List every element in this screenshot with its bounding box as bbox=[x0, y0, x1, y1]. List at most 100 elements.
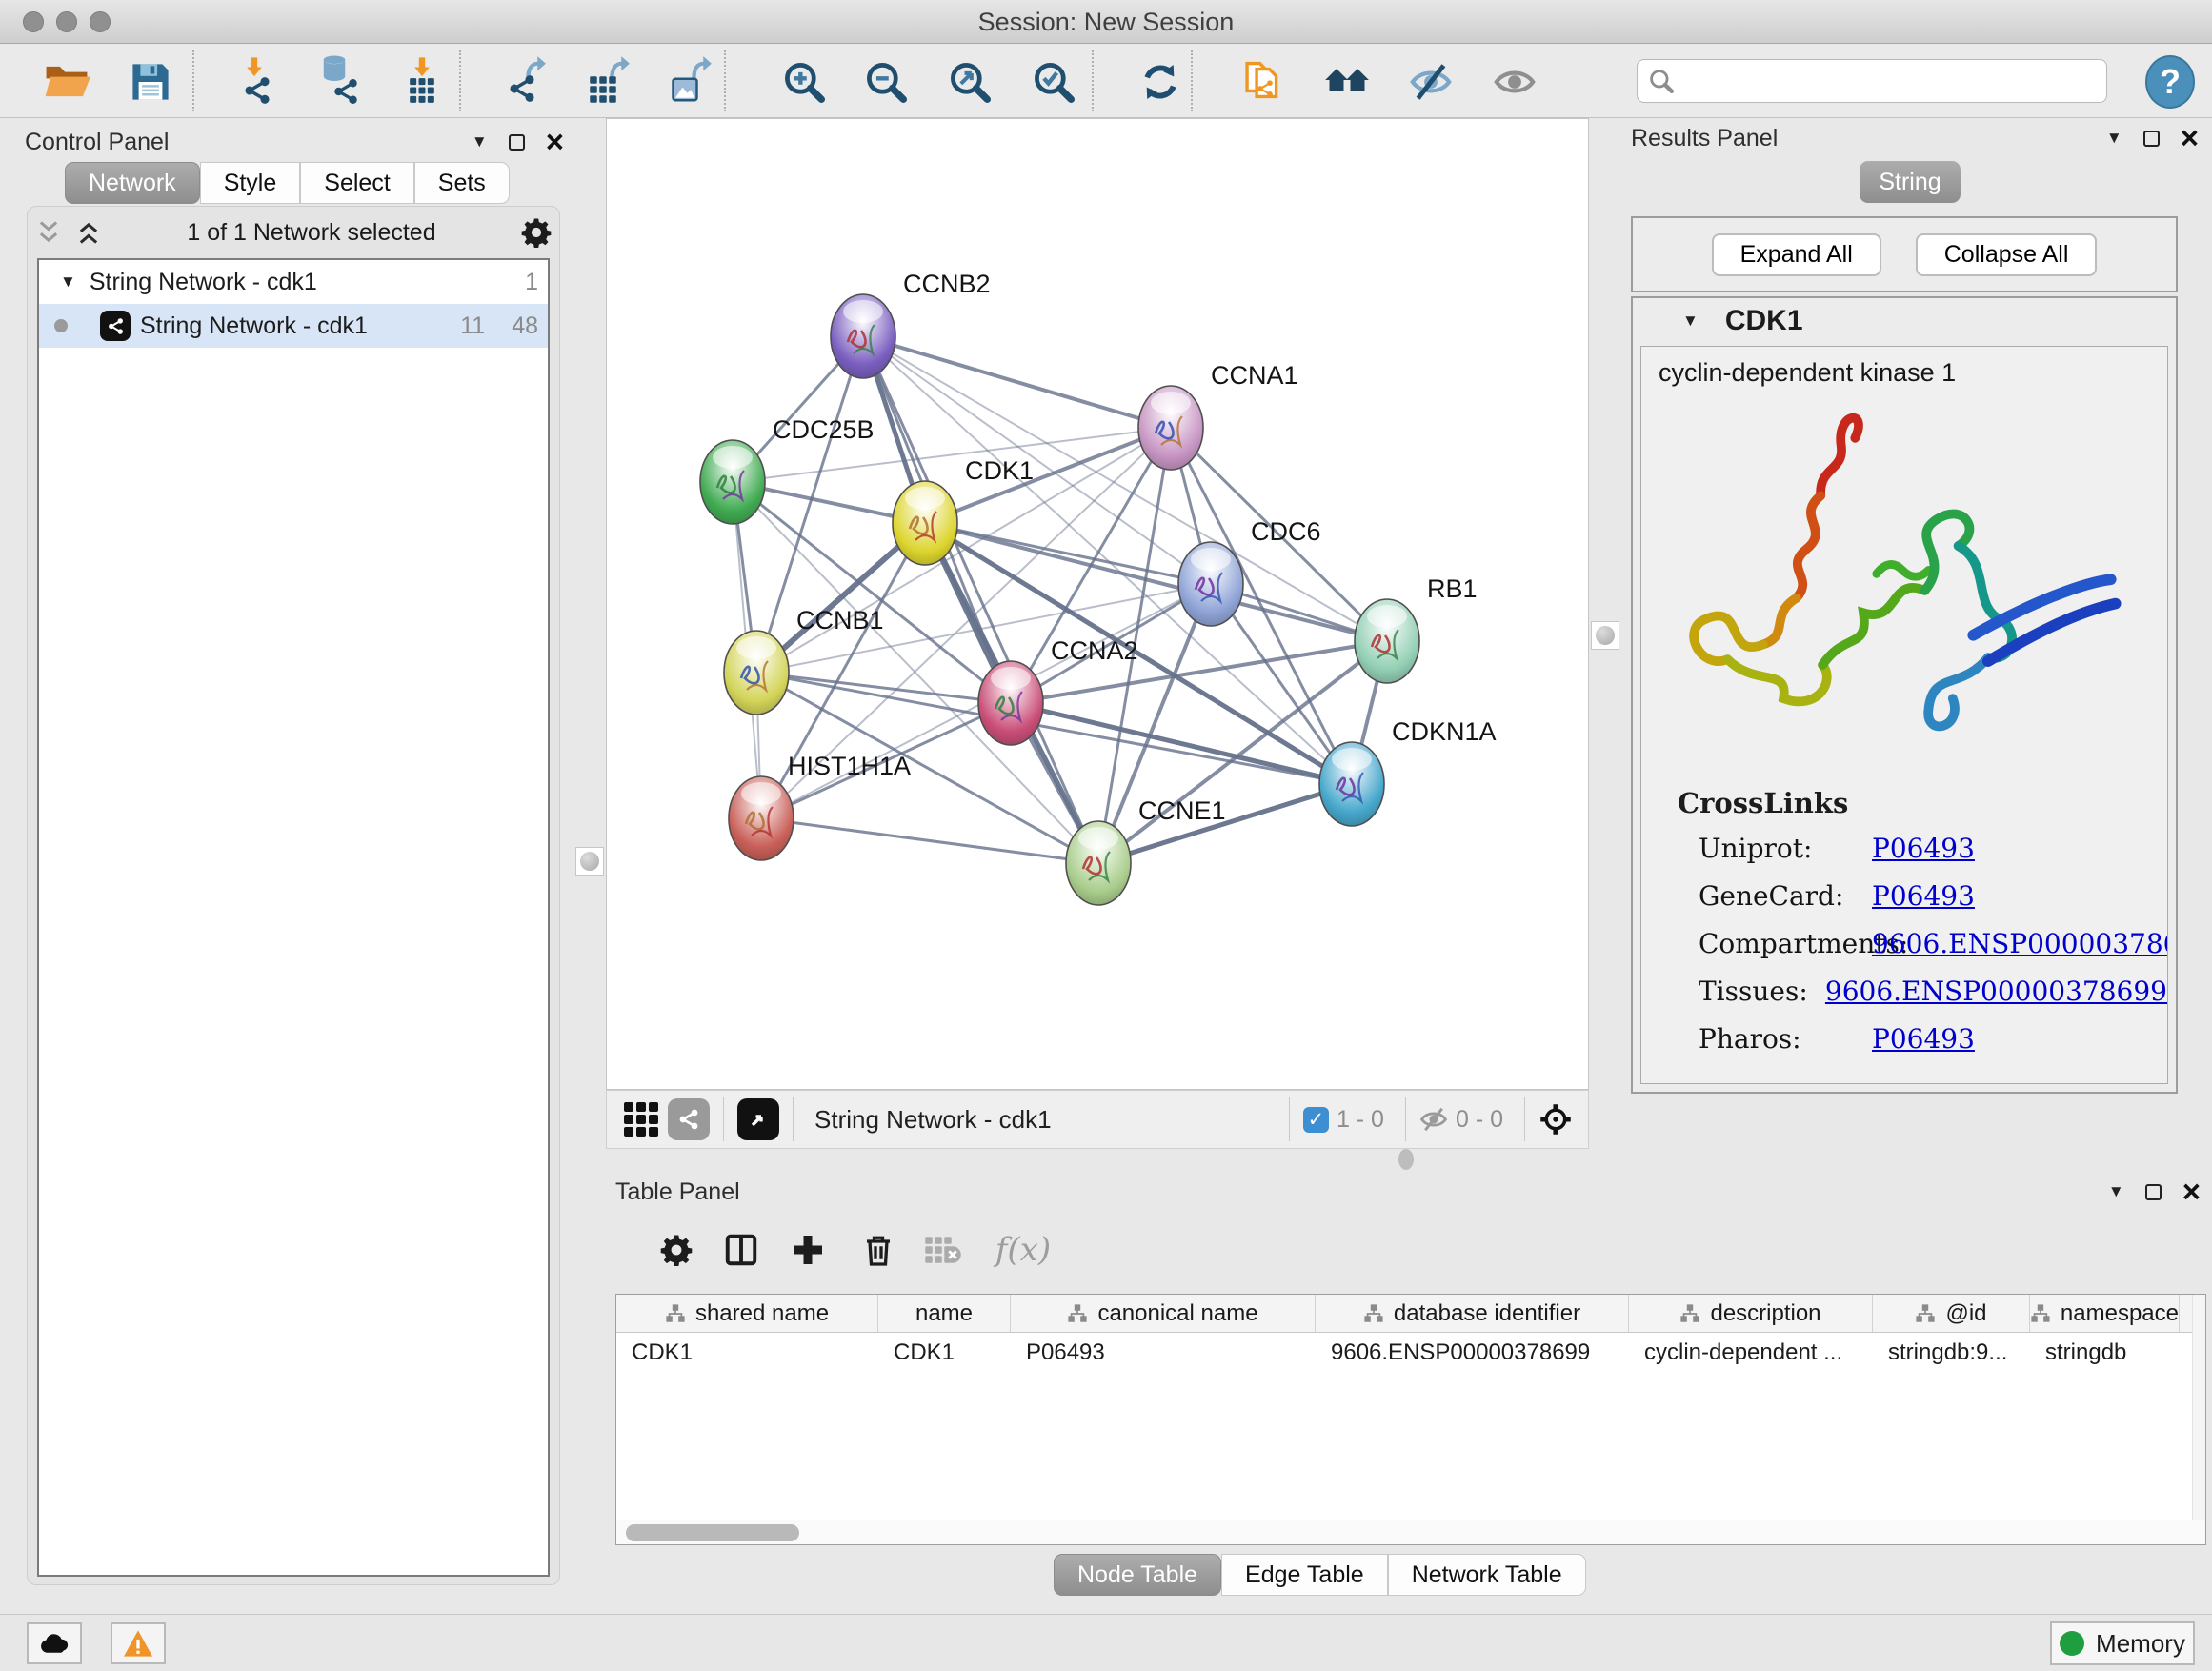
import-network-file-button[interactable] bbox=[231, 54, 288, 110]
crosslink-value-link[interactable]: P06493 bbox=[1872, 1023, 1975, 1055]
column-header-name[interactable]: name bbox=[878, 1295, 1011, 1332]
add-column-button[interactable] bbox=[785, 1227, 831, 1273]
view-grid-icon[interactable] bbox=[624, 1102, 658, 1137]
tab-string[interactable]: String bbox=[1860, 161, 1961, 203]
save-session-button[interactable] bbox=[122, 54, 179, 110]
node-gloss bbox=[1332, 748, 1372, 771]
network-row[interactable]: String Network - cdk1 11 48 bbox=[39, 304, 548, 348]
tab-sets[interactable]: Sets bbox=[414, 162, 510, 204]
gene-section-header[interactable]: ▼ CDK1 bbox=[1633, 298, 2176, 344]
cloud-status-button[interactable] bbox=[27, 1622, 82, 1664]
gear-icon[interactable] bbox=[521, 217, 552, 248]
panel-menu-icon[interactable]: ▼ bbox=[2106, 129, 2122, 148]
shared-column-icon bbox=[1363, 1303, 1384, 1324]
network-collection-row[interactable]: ▼ String Network - cdk1 1 bbox=[39, 260, 548, 304]
network-edge[interactable] bbox=[756, 673, 1011, 703]
zoom-window-icon[interactable] bbox=[90, 11, 111, 32]
first-neighbors-button[interactable] bbox=[1318, 54, 1376, 110]
view-share-icon[interactable] bbox=[668, 1098, 710, 1140]
results-panel: Results Panel ▼ × String Expand All Coll… bbox=[1619, 118, 2212, 1614]
expand-all-icon[interactable] bbox=[75, 219, 102, 246]
show-columns-button[interactable] bbox=[718, 1227, 764, 1273]
float-panel-icon[interactable] bbox=[509, 134, 525, 151]
zoom-selected-button[interactable] bbox=[1025, 54, 1082, 110]
help-button[interactable]: ? bbox=[2145, 55, 2195, 109]
delete-table-button[interactable] bbox=[920, 1227, 966, 1273]
collection-expand-icon[interactable]: ▼ bbox=[60, 272, 76, 292]
hide-selected-button[interactable] bbox=[1402, 54, 1459, 110]
import-table-file-button[interactable] bbox=[396, 54, 453, 110]
network-edge[interactable] bbox=[863, 336, 1171, 428]
export-image-button[interactable] bbox=[663, 54, 720, 110]
table-cell[interactable]: CDK1 bbox=[616, 1339, 878, 1366]
import-network-database-button[interactable] bbox=[312, 54, 370, 110]
close-window-icon[interactable] bbox=[23, 11, 44, 32]
section-expand-icon[interactable]: ▼ bbox=[1682, 312, 1699, 331]
tab-select[interactable]: Select bbox=[300, 162, 413, 204]
column-header-database-identifier[interactable]: database identifier bbox=[1316, 1295, 1629, 1332]
node-gloss bbox=[905, 487, 945, 510]
crosslink-value-link[interactable]: 9606.ENSP00000378699 bbox=[1825, 976, 2167, 1007]
window-title: Session: New Session bbox=[0, 0, 2212, 44]
table-settings-button[interactable] bbox=[654, 1227, 699, 1273]
network-edge[interactable] bbox=[761, 818, 1098, 863]
warning-status-button[interactable] bbox=[111, 1622, 166, 1664]
float-panel-icon[interactable] bbox=[2143, 131, 2160, 147]
refresh-icon bbox=[1139, 61, 1181, 103]
tab-style[interactable]: Style bbox=[200, 162, 301, 204]
collapse-all-button[interactable]: Collapse All bbox=[1916, 233, 2098, 276]
string-import-button[interactable] bbox=[1235, 54, 1292, 110]
minimize-window-icon[interactable] bbox=[56, 11, 77, 32]
zoom-out-button[interactable] bbox=[857, 54, 915, 110]
scrollbar-thumb[interactable] bbox=[626, 1524, 799, 1541]
close-panel-icon[interactable]: × bbox=[2181, 129, 2199, 148]
refresh-button[interactable] bbox=[1132, 54, 1189, 110]
network-node-count: 11 bbox=[460, 312, 485, 340]
crosslink-value-link[interactable]: 9606.ENSP00000378699 bbox=[1872, 928, 2168, 959]
network-view-canvas[interactable]: CCNB2CCNA1CDC25BCDK1CDC6RB1CCNB1CCNA2HIS… bbox=[606, 118, 1589, 1090]
crosslinks-section: CrossLinks Uniprot:P06493GeneCard:P06493… bbox=[1678, 787, 2167, 1055]
tab-node-table[interactable]: Node Table bbox=[1054, 1554, 1221, 1596]
window-controls[interactable] bbox=[23, 11, 111, 32]
search-input-wrapper bbox=[1637, 59, 2107, 103]
node-label-ccna2: CCNA2 bbox=[1051, 636, 1138, 665]
column-header-canonical-name[interactable]: canonical name bbox=[1011, 1295, 1316, 1332]
export-network-button[interactable] bbox=[499, 54, 556, 110]
show-all-button[interactable] bbox=[1486, 54, 1543, 110]
network-selection-status: 1 of 1 Network selected bbox=[102, 219, 521, 247]
tab-edge-table[interactable]: Edge Table bbox=[1221, 1554, 1388, 1596]
selected-checkbox-icon[interactable]: ✓ bbox=[1303, 1107, 1329, 1133]
network-edge[interactable] bbox=[863, 336, 1098, 863]
crosshair-icon[interactable] bbox=[1538, 1102, 1573, 1137]
tab-network[interactable]: Network bbox=[65, 162, 200, 204]
zoom-in-button[interactable] bbox=[775, 54, 833, 110]
expand-all-button[interactable]: Expand All bbox=[1712, 233, 1881, 276]
column-header-shared-name[interactable]: shared name bbox=[616, 1295, 878, 1332]
export-table-button[interactable] bbox=[581, 54, 638, 110]
left-splitter-handle[interactable] bbox=[575, 847, 604, 876]
help-question-glyph: ? bbox=[2160, 62, 2181, 102]
crosslink-value-link[interactable]: P06493 bbox=[1872, 833, 1975, 864]
right-splitter-handle[interactable] bbox=[1591, 621, 1619, 650]
collapse-all-icon[interactable] bbox=[35, 219, 62, 246]
fit-content-button[interactable] bbox=[941, 54, 998, 110]
node-gloss bbox=[843, 300, 883, 323]
crosslink-row: Compartments:9606.ENSP00000378699 bbox=[1699, 928, 2167, 959]
function-builder-button[interactable]: f(x) bbox=[985, 1227, 1061, 1273]
table-cell[interactable]: CDK1 bbox=[878, 1339, 1011, 1366]
table-cell[interactable]: 9606.ENSP00000378699 bbox=[1316, 1339, 1629, 1366]
crosslink-label: Uniprot: bbox=[1699, 833, 1872, 864]
search-input[interactable] bbox=[1683, 68, 2095, 94]
crosslink-value-link[interactable]: P06493 bbox=[1872, 880, 1975, 912]
horizontal-splitter-handle[interactable] bbox=[1398, 1149, 1414, 1170]
tab-network-table[interactable]: Network Table bbox=[1388, 1554, 1586, 1596]
close-panel-icon[interactable]: × bbox=[546, 132, 564, 151]
birds-eye-view-icon[interactable] bbox=[737, 1098, 779, 1140]
network-edge[interactable] bbox=[1011, 703, 1352, 784]
panel-menu-icon[interactable]: ▼ bbox=[472, 132, 488, 151]
node-gloss bbox=[741, 782, 781, 805]
table-cell[interactable]: P06493 bbox=[1011, 1339, 1316, 1366]
open-session-button[interactable] bbox=[38, 54, 95, 110]
delete-column-button[interactable] bbox=[855, 1227, 901, 1273]
memory-button[interactable]: Memory bbox=[2050, 1621, 2195, 1665]
